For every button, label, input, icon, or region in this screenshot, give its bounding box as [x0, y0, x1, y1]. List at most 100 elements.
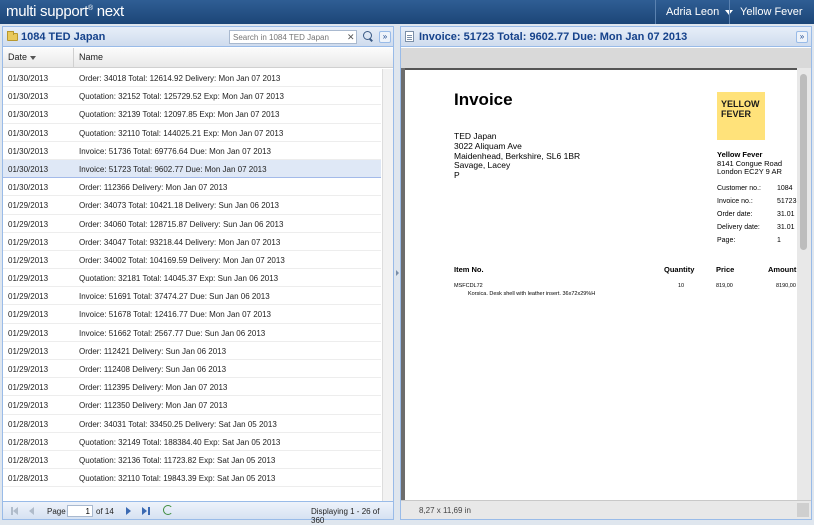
row-date: 01/29/2013 [8, 310, 49, 320]
last-page-icon[interactable] [142, 507, 147, 515]
row-name: Quotation: 32136 Total: 11723.82 Exp: Sa… [79, 455, 276, 465]
row-date: 01/28/2013 [8, 474, 49, 484]
row-date: 01/29/2013 [8, 346, 49, 356]
app-logo: multi support® next [6, 3, 124, 20]
row-name: Quotation: 32181 Total: 14045.37 Exp: Su… [79, 274, 279, 284]
table-row[interactable]: 01/29/2013 Order: 34073 Total: 10421.18 D… [3, 196, 381, 215]
row-name: Invoice: 51736 Total: 69776.64 Due: Mon … [79, 146, 271, 156]
table-row[interactable]: 01/29/2013 Invoice: 51678 Total: 12416.77… [3, 305, 381, 324]
row-date: 01/30/2013 [8, 183, 49, 193]
row-date: 01/29/2013 [8, 365, 49, 374]
table-row[interactable]: 01/30/2013 Quotation: 32110 Total: 144025… [3, 124, 381, 142]
vendor-address: Yellow Fever 8141 Congue Road London EC2… [717, 150, 783, 177]
document-icon [405, 31, 414, 42]
row-date: 01/30/2013 [8, 92, 49, 102]
table-row[interactable]: 01/28/2013 Order: 34031 Total: 33450.25 D… [3, 415, 381, 433]
vendor-logo: YELLOW FEVER [717, 92, 765, 140]
row-date: 01/29/2013 [8, 292, 49, 302]
previous-page-icon[interactable] [29, 507, 34, 515]
row-name: Invoice: 51678 Total: 12416.77 Due: Mon … [79, 310, 271, 320]
table-row[interactable]: 01/29/2013 Order: 34060 Total: 128715.87 … [3, 215, 381, 233]
top-bar: multi support® next Adria Leon Yellow Fe… [0, 0, 814, 39]
clear-search-icon[interactable]: ✕ [347, 30, 355, 44]
date-column-header[interactable]: Date [3, 48, 74, 67]
table-row[interactable]: 01/28/2013 Quotation: 32136 Total: 11723.… [3, 451, 381, 470]
table-row[interactable]: 01/30/2013 Quotation: 32152 Total: 125729… [3, 87, 381, 106]
row-date: 01/28/2013 [8, 437, 49, 447]
page-count: of 14 [96, 507, 114, 516]
table-row[interactable]: 01/29/2013 Order: 34002 Total: 104169.59 … [3, 251, 381, 270]
table-row[interactable]: 01/29/2013 Invoice: 51662 Total: 2567.77 … [3, 324, 381, 342]
sort-descending-icon [30, 55, 37, 60]
grid-scrollbar[interactable] [382, 69, 393, 501]
table-row[interactable]: 01/29/2013 Invoice: 51691 Total: 37474.27… [3, 287, 381, 306]
table-row[interactable]: 01/30/2013 Invoice: 51736 Total: 69776.64… [3, 142, 381, 160]
table-row[interactable]: 01/29/2013 Order: 112421 Delivery: Sun Ja… [3, 342, 381, 360]
pdf-viewer: Invoice TED Japan 3022 Aliquam Ave Maide… [401, 48, 811, 500]
table-row[interactable]: 01/29/2013 Order: 112350 Delivery: Mon Ja… [3, 396, 381, 415]
page-size: 8,27 x 11,69 in [419, 506, 471, 515]
refresh-icon[interactable] [163, 505, 173, 515]
preview-panel-header: Invoice: 51723 Total: 9602.77 Due: Mon J… [401, 27, 811, 47]
row-name: Invoice: 51662 Total: 2567.77 Due: Sun J… [79, 328, 266, 338]
row-date: 01/28/2013 [8, 455, 49, 465]
page-number-input[interactable] [67, 505, 93, 517]
row-date: 01/29/2013 [8, 274, 49, 284]
next-page-icon[interactable] [126, 507, 131, 515]
collapse-panel-button[interactable]: » [379, 31, 391, 43]
display-count: Displaying 1 - 26 of 360 [311, 507, 380, 525]
documents-panel-header: 1084 TED Japan ✕ » [3, 27, 393, 47]
search-icon[interactable] [361, 30, 375, 44]
table-row[interactable]: 01/29/2013 Order: 112395 Delivery: Mon Ja… [3, 378, 381, 397]
row-name: Order: 34002 Total: 104169.59 Delivery: … [79, 255, 285, 265]
row-name: Order: 112421 Delivery: Sun Jan 06 2013 [79, 346, 227, 356]
documents-panel: 1084 TED Japan ✕ » Date Name 01/30/2013 O… [2, 26, 394, 525]
row-date: 01/29/2013 [8, 255, 49, 265]
row-date: 01/29/2013 [8, 237, 49, 247]
documents-grid: 01/30/2013 Order: 34018 Total: 12614.92 D… [3, 69, 381, 501]
table-row[interactable]: 01/30/2013 Quotation: 32139 Total: 12097.… [3, 105, 381, 124]
table-row[interactable]: 01/29/2013 Order: 112408 Delivery: Sun Ja… [3, 360, 381, 379]
row-name: Invoice: 51691 Total: 37474.27 Due: Sun … [79, 292, 270, 302]
table-row[interactable]: 01/30/2013 Order: 112366 Delivery: Mon Ja… [3, 178, 381, 197]
expand-panel-button[interactable]: » [796, 31, 808, 43]
row-name: Order: 112366 Delivery: Mon Jan 07 2013 [79, 183, 228, 193]
table-row[interactable]: 01/30/2013 Order: 34018 Total: 12614.92 D… [3, 69, 381, 88]
row-name: Order: 112408 Delivery: Sun Jan 06 2013 [79, 365, 227, 374]
row-date: 01/30/2013 [8, 74, 49, 83]
row-name: Order: 34047 Total: 93218.44 Delivery: M… [79, 237, 281, 247]
documents-panel-title: 1084 TED Japan [21, 31, 106, 43]
row-date: 01/29/2013 [8, 383, 49, 393]
row-date: 01/28/2013 [8, 419, 49, 429]
customer-address: TED Japan 3022 Aliquam Ave Maidenhead, B… [454, 131, 581, 181]
page-label: Page [47, 507, 66, 516]
table-row[interactable]: 01/29/2013 Quotation: 32181 Total: 14045.… [3, 269, 381, 288]
company-menu[interactable]: Yellow Fever [729, 0, 814, 39]
search-input[interactable] [229, 30, 357, 44]
row-name: Order: 34060 Total: 128715.87 Delivery: … [79, 219, 284, 229]
table-row[interactable]: 01/28/2013 Quotation: 32110 Total: 19843.… [3, 469, 381, 488]
name-column-header[interactable]: Name [75, 48, 103, 67]
preview-panel-title: Invoice: 51723 Total: 9602.77 Due: Mon J… [419, 31, 688, 43]
row-date: 01/29/2013 [8, 328, 49, 338]
table-row[interactable]: 01/29/2013 Order: 34047 Total: 93218.44 D… [3, 233, 381, 251]
row-date: 01/29/2013 [8, 219, 49, 229]
row-date: 01/29/2013 [8, 201, 49, 211]
viewer-scroll-thumb[interactable] [800, 74, 807, 250]
viewer-scrollbar[interactable] [797, 68, 811, 500]
row-date: 01/30/2013 [8, 110, 49, 120]
row-name: Quotation: 32110 Total: 144025.21 Exp: M… [79, 128, 284, 138]
preview-panel: Invoice: 51723 Total: 9602.77 Due: Mon J… [400, 26, 812, 520]
panel-splitter[interactable] [395, 26, 399, 520]
row-date: 01/30/2013 [8, 164, 49, 174]
row-date: 01/29/2013 [8, 401, 49, 411]
row-name: Order: 112350 Delivery: Mon Jan 07 2013 [79, 401, 228, 411]
paging-toolbar: Page of 14 Displaying 1 - 26 of 360 [3, 501, 393, 525]
table-row[interactable]: 01/30/2013 Invoice: 51723 Total: 9602.77 … [3, 159, 381, 179]
row-name: Quotation: 32110 Total: 19843.39 Exp: Sa… [79, 474, 276, 484]
table-row[interactable]: 01/28/2013 Quotation: 32149 Total: 188384… [3, 433, 381, 451]
row-date: 01/30/2013 [8, 146, 49, 156]
folder-icon [7, 31, 18, 41]
row-date: 01/30/2013 [8, 128, 49, 138]
row-name: Invoice: 51723 Total: 9602.77 Due: Mon J… [79, 164, 267, 174]
